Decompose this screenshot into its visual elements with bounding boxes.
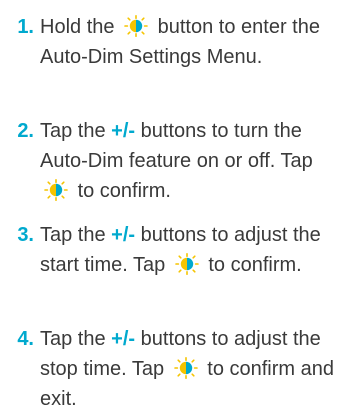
step-number: 4. (17, 328, 34, 350)
step-text: Tap the +/- buttons to adjust the start … (40, 220, 336, 280)
plus-minus-label: +/- (111, 328, 136, 350)
step-text-after: to confirm. (208, 254, 302, 276)
step-text-before: Hold the (40, 16, 115, 38)
step-text-before: Tap the (40, 224, 106, 246)
brightness-icon (41, 179, 71, 201)
step-2: 2. Tap the +/- buttons to turn the Auto-… (0, 116, 336, 206)
step-text-before: Tap the (40, 120, 106, 142)
step-text-after: to confirm. (77, 180, 171, 202)
step-text: Hold the button to enter the Auto-Dim Se… (40, 12, 336, 72)
step-number: 2. (17, 120, 34, 142)
step-3: 3. Tap the +/- buttons to adjust the sta… (0, 220, 336, 280)
plus-minus-label: +/- (111, 120, 136, 142)
step-4: 4. Tap the +/- buttons to adjust the sto… (0, 324, 336, 414)
brightness-icon (172, 253, 202, 275)
step-1: 1. Hold the button to enter the Auto-Dim… (0, 12, 336, 72)
step-text: Tap the +/- buttons to adjust the stop t… (40, 324, 336, 414)
step-text: Tap the +/- buttons to turn the Auto-Dim… (40, 116, 336, 206)
instruction-steps: 1. Hold the button to enter the Auto-Dim… (0, 0, 340, 412)
brightness-icon (171, 357, 201, 379)
step-number: 3. (17, 224, 34, 246)
plus-minus-label: +/- (111, 224, 136, 246)
brightness-icon (121, 15, 151, 37)
step-text-before: Tap the (40, 328, 106, 350)
step-number: 1. (17, 16, 34, 38)
